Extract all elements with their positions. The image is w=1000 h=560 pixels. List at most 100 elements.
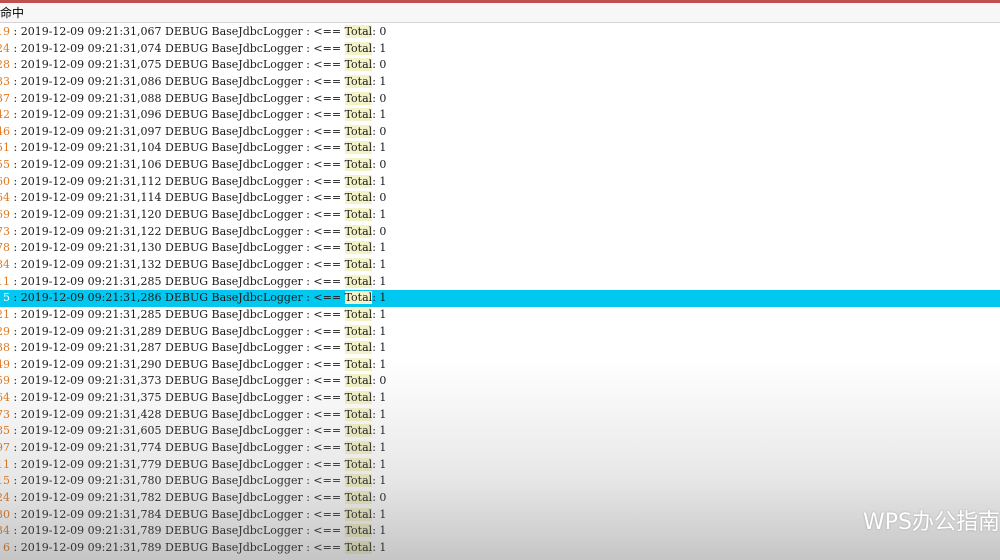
log-row[interactable]: 73 : 2019-12-09 09:21:31,428 DEBUG BaseJ… (0, 407, 1000, 424)
log-message-value: : 1 (372, 241, 387, 255)
line-number: 55 (0, 158, 10, 172)
log-message-value: : 1 (372, 141, 387, 155)
search-match-highlight: Total (344, 391, 373, 405)
line-number: 11 (0, 274, 10, 288)
log-text: : 2019-12-09 09:21:31,782 DEBUG BaseJdbc… (10, 490, 387, 504)
log-message-value: : 1 (372, 424, 387, 438)
log-message-prefix: : 2019-12-09 09:21:31,285 DEBUG BaseJdbc… (10, 307, 345, 321)
log-message-prefix: : 2019-12-09 09:21:31,375 DEBUG BaseJdbc… (10, 391, 345, 405)
log-text: : 2019-12-09 09:21:31,130 DEBUG BaseJdbc… (10, 241, 387, 255)
log-row[interactable]: 38 : 2019-12-09 09:21:31,287 DEBUG BaseJ… (0, 340, 1000, 357)
log-row[interactable]: 49 : 2019-12-09 09:21:31,290 DEBUG BaseJ… (0, 357, 1000, 374)
log-row[interactable]: 60 : 2019-12-09 09:21:31,112 DEBUG BaseJ… (0, 174, 1000, 191)
log-text: : 2019-12-09 09:21:31,285 DEBUG BaseJdbc… (10, 274, 387, 288)
log-row[interactable]: 97 : 2019-12-09 09:21:31,774 DEBUG BaseJ… (0, 440, 1000, 457)
log-row[interactable]: 19 : 2019-12-09 09:21:31,067 DEBUG BaseJ… (0, 24, 1000, 41)
log-message-value: : 0 (372, 158, 387, 172)
line-number: 78 (0, 241, 10, 255)
log-message-prefix: : 2019-12-09 09:21:31,780 DEBUG BaseJdbc… (10, 474, 345, 488)
log-row[interactable]: 73 : 2019-12-09 09:21:31,122 DEBUG BaseJ… (0, 224, 1000, 241)
log-row[interactable]: 55 : 2019-12-09 09:21:31,106 DEBUG BaseJ… (0, 157, 1000, 174)
search-match-highlight: Total (344, 74, 373, 88)
line-number: 73 (0, 407, 10, 421)
log-row[interactable]: 33 : 2019-12-09 09:21:31,086 DEBUG BaseJ… (0, 74, 1000, 91)
line-number: 59 (0, 374, 10, 388)
log-text: : 2019-12-09 09:21:31,373 DEBUG BaseJdbc… (10, 374, 386, 388)
search-match-highlight: Total (344, 25, 373, 38)
log-message-value: : 1 (372, 257, 387, 271)
log-row[interactable]: 21 : 2019-12-09 09:21:31,285 DEBUG BaseJ… (0, 307, 1000, 324)
search-match-highlight: Total (344, 490, 373, 504)
log-row[interactable]: 11 : 2019-12-09 09:21:31,285 DEBUG BaseJ… (0, 274, 1000, 291)
log-message-prefix: : 2019-12-09 09:21:31,096 DEBUG BaseJdbc… (10, 108, 345, 122)
log-row[interactable]: 24 : 2019-12-09 09:21:31,782 DEBUG BaseJ… (0, 490, 1000, 507)
log-message-prefix: : 2019-12-09 09:21:31,428 DEBUG BaseJdbc… (10, 407, 345, 421)
log-row-selected[interactable]: 5 : 2019-12-09 09:21:31,286 DEBUG BaseJd… (0, 290, 1000, 307)
log-row[interactable]: 64 : 2019-12-09 09:21:31,114 DEBUG BaseJ… (0, 190, 1000, 207)
log-message-value: : 1 (372, 74, 387, 88)
log-row[interactable]: 34 : 2019-12-09 09:21:31,789 DEBUG BaseJ… (0, 523, 1000, 540)
log-message-value: : 1 (372, 474, 387, 488)
log-row[interactable]: 64 : 2019-12-09 09:21:31,375 DEBUG BaseJ… (0, 390, 1000, 407)
log-row[interactable]: 69 : 2019-12-09 09:21:31,120 DEBUG BaseJ… (0, 207, 1000, 224)
log-row[interactable]: 51 : 2019-12-09 09:21:31,104 DEBUG BaseJ… (0, 140, 1000, 157)
log-row[interactable]: 11 : 2019-12-09 09:21:31,779 DEBUG BaseJ… (0, 457, 1000, 474)
line-number: 51 (0, 141, 10, 155)
log-row[interactable]: 59 : 2019-12-09 09:21:31,373 DEBUG BaseJ… (0, 373, 1000, 390)
search-match-highlight: Total (344, 108, 373, 122)
log-row[interactable]: 29 : 2019-12-09 09:21:31,289 DEBUG BaseJ… (0, 324, 1000, 341)
log-message-value: : 1 (372, 208, 387, 222)
log-row[interactable]: 85 : 2019-12-09 09:21:31,605 DEBUG BaseJ… (0, 423, 1000, 440)
log-row[interactable]: 46 : 2019-12-09 09:21:31,097 DEBUG BaseJ… (0, 124, 1000, 141)
log-text: : 2019-12-09 09:21:31,096 DEBUG BaseJdbc… (10, 108, 387, 122)
log-message-value: : 1 (372, 274, 387, 288)
log-message-prefix: : 2019-12-09 09:21:31,120 DEBUG BaseJdbc… (10, 208, 345, 222)
log-message-prefix: : 2019-12-09 09:21:31,290 DEBUG BaseJdbc… (10, 357, 345, 371)
log-text: : 2019-12-09 09:21:31,784 DEBUG BaseJdbc… (10, 507, 386, 521)
line-number: 15 (0, 474, 10, 488)
search-match-highlight: Total (344, 241, 373, 255)
log-row[interactable]: 37 : 2019-12-09 09:21:31,088 DEBUG BaseJ… (0, 91, 1000, 108)
line-number: 6 (3, 540, 10, 554)
log-message-value: : 1 (372, 174, 387, 188)
log-message-prefix: : 2019-12-09 09:21:31,132 DEBUG BaseJdbc… (10, 257, 345, 271)
log-row[interactable]: 15 : 2019-12-09 09:21:31,780 DEBUG BaseJ… (0, 473, 1000, 490)
log-message-value: : 1 (372, 291, 387, 305)
log-text: : 2019-12-09 09:21:31,122 DEBUG BaseJdbc… (10, 224, 386, 238)
line-number: 73 (0, 224, 10, 238)
line-number: 30 (0, 507, 10, 521)
log-message-prefix: : 2019-12-09 09:21:31,782 DEBUG BaseJdbc… (10, 490, 345, 504)
log-row[interactable]: 24 : 2019-12-09 09:21:31,074 DEBUG BaseJ… (0, 41, 1000, 58)
search-results-label: 命中 (0, 6, 25, 20)
log-text: : 2019-12-09 09:21:31,074 DEBUG BaseJdbc… (10, 41, 386, 55)
log-row[interactable]: 30 : 2019-12-09 09:21:31,784 DEBUG BaseJ… (0, 507, 1000, 524)
line-number: 29 (0, 324, 10, 338)
log-message-value: : 0 (372, 490, 387, 504)
log-results-list[interactable]: 19 : 2019-12-09 09:21:31,067 DEBUG BaseJ… (0, 24, 1000, 560)
log-row[interactable]: 6 : 2019-12-09 09:21:31,789 DEBUG BaseJd… (0, 540, 1000, 557)
log-text: : 2019-12-09 09:21:31,067 DEBUG BaseJdbc… (10, 25, 386, 38)
search-match-highlight: Total (344, 224, 373, 238)
search-match-highlight: Total (344, 474, 373, 488)
log-message-prefix: : 2019-12-09 09:21:31,097 DEBUG BaseJdbc… (10, 124, 345, 138)
log-message-prefix: : 2019-12-09 09:21:31,088 DEBUG BaseJdbc… (10, 91, 345, 105)
log-row[interactable]: 42 : 2019-12-09 09:21:31,096 DEBUG BaseJ… (0, 107, 1000, 124)
log-message-value: : 1 (372, 108, 387, 122)
log-message-prefix: : 2019-12-09 09:21:31,086 DEBUG BaseJdbc… (10, 74, 345, 88)
line-number: 38 (0, 341, 10, 355)
log-text: : 2019-12-09 09:21:31,789 DEBUG BaseJdbc… (10, 524, 386, 538)
log-message-prefix: : 2019-12-09 09:21:31,605 DEBUG BaseJdbc… (10, 424, 345, 438)
search-match-highlight: Total (344, 41, 373, 55)
log-row[interactable]: 84 : 2019-12-09 09:21:31,132 DEBUG BaseJ… (0, 257, 1000, 274)
search-match-highlight: Total (344, 324, 373, 338)
log-text: : 2019-12-09 09:21:31,290 DEBUG BaseJdbc… (10, 357, 386, 371)
line-number: 21 (0, 307, 10, 321)
search-match-highlight: Total (344, 457, 373, 471)
log-row[interactable]: 78 : 2019-12-09 09:21:31,130 DEBUG BaseJ… (0, 240, 1000, 257)
log-text: : 2019-12-09 09:21:31,086 DEBUG BaseJdbc… (10, 74, 387, 88)
search-match-highlight: Total (344, 291, 373, 305)
log-row[interactable]: 28 : 2019-12-09 09:21:31,075 DEBUG BaseJ… (0, 57, 1000, 74)
log-message-prefix: : 2019-12-09 09:21:31,067 DEBUG BaseJdbc… (10, 25, 345, 38)
log-message-prefix: : 2019-12-09 09:21:31,074 DEBUG BaseJdbc… (10, 41, 345, 55)
search-match-highlight: Total (344, 441, 373, 455)
